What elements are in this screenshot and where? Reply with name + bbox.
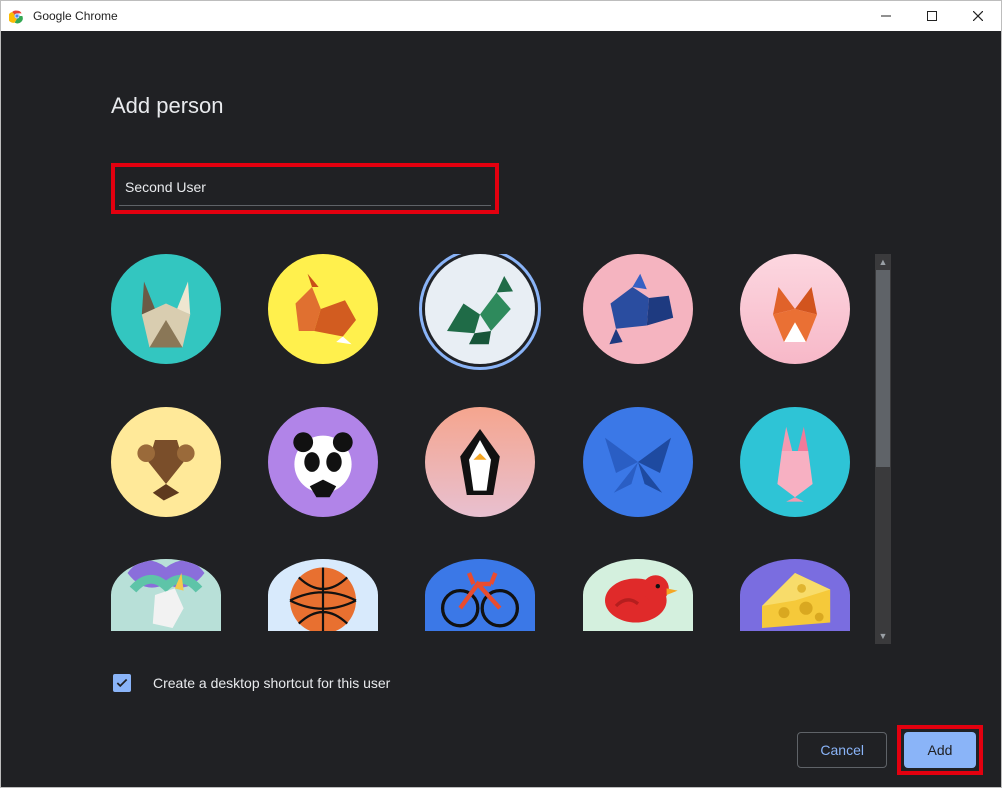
desktop-shortcut-label: Create a desktop shortcut for this user [153,675,390,691]
dialog-content: Add person ▲ ▼ Create a desktop sh [1,31,1001,787]
avatar-origami-corgi[interactable] [268,254,378,364]
close-button[interactable] [955,1,1001,31]
chrome-window: Google Chrome Add person ▲ [0,0,1002,788]
avatar-grid [111,254,875,644]
avatar-basketball[interactable] [268,559,378,631]
cancel-button[interactable]: Cancel [797,732,887,768]
avatar-origami-unicorn[interactable] [111,559,221,631]
avatar-cheese[interactable] [740,559,850,631]
avatar-origami-butterfly[interactable] [583,407,693,517]
window-title: Google Chrome [33,9,118,23]
scroll-thumb[interactable] [876,270,890,467]
avatar-origami-dragon[interactable] [425,254,535,364]
person-name-input[interactable] [119,171,491,206]
avatar-origami-rabbit[interactable] [740,407,850,517]
scroll-up-arrow[interactable]: ▲ [875,254,891,270]
dialog-heading: Add person [111,93,891,119]
avatar-bird[interactable] [583,559,693,631]
name-input-highlight [111,163,499,214]
avatar-origami-elephant[interactable] [583,254,693,364]
avatar-origami-panda[interactable] [268,407,378,517]
scroll-down-arrow[interactable]: ▼ [875,628,891,644]
avatar-bicycle[interactable] [425,559,535,631]
add-button[interactable]: Add [904,732,976,768]
avatar-origami-penguin[interactable] [425,407,535,517]
avatar-origami-cat[interactable] [111,254,221,364]
maximize-button[interactable] [909,1,955,31]
avatar-origami-monkey[interactable] [111,407,221,517]
desktop-shortcut-checkbox[interactable] [113,674,131,692]
add-button-highlight: Add [897,725,983,775]
titlebar: Google Chrome [1,1,1001,31]
minimize-button[interactable] [863,1,909,31]
chrome-icon [9,8,25,24]
avatar-scrollbar[interactable]: ▲ ▼ [875,254,891,644]
avatar-origami-fox[interactable] [740,254,850,364]
